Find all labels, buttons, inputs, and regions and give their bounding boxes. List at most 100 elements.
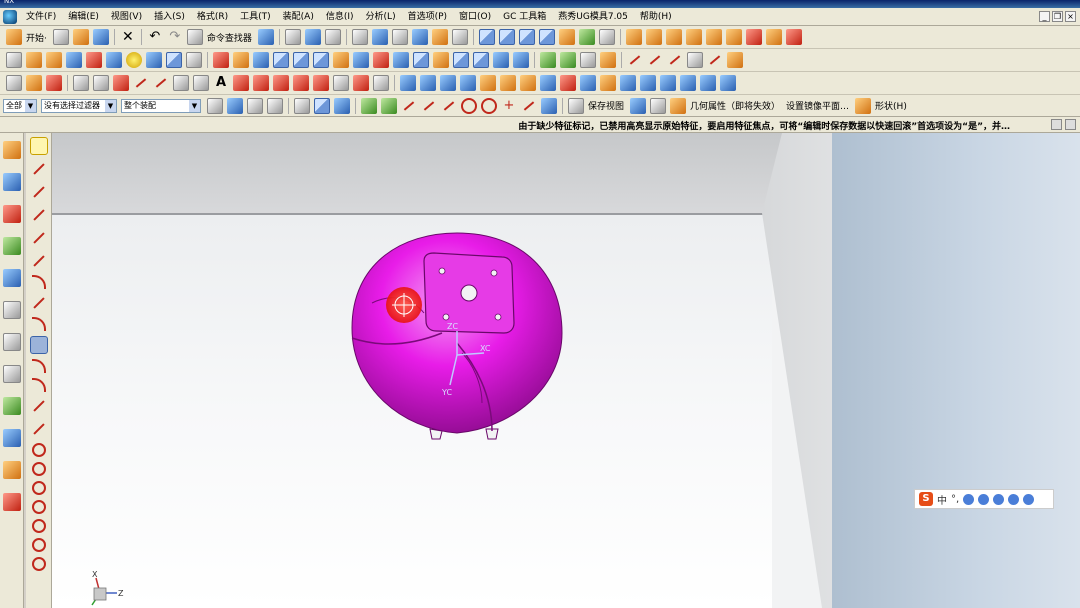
sketch-offset-line-icon[interactable] [30, 206, 48, 224]
top-view-icon[interactable] [518, 29, 535, 45]
minimize-icon[interactable]: _ [1039, 11, 1050, 22]
background-icon[interactable] [578, 29, 595, 45]
voice-icon[interactable] [978, 493, 990, 505]
shape-icon[interactable] [855, 97, 872, 114]
draft-icon[interactable] [333, 52, 349, 68]
measure-icon[interactable] [650, 97, 667, 114]
ime-punct-icon[interactable]: °, [951, 494, 959, 505]
revolve-icon[interactable] [46, 52, 62, 68]
replace-face-icon[interactable] [513, 52, 529, 68]
menu-insert[interactable]: 插入(S) [148, 8, 191, 26]
close-icon[interactable]: × [1065, 11, 1076, 22]
mold-slider-icon[interactable] [765, 29, 782, 45]
sketch-circle-radius-icon[interactable] [31, 557, 46, 571]
datum-axis-icon[interactable] [26, 75, 42, 91]
restore-view-icon[interactable] [630, 97, 647, 114]
snap-endpoint-icon[interactable] [381, 97, 397, 114]
sketch-circle-tangent-icon[interactable] [31, 538, 46, 552]
silhouette-flange-icon[interactable] [560, 75, 576, 91]
sketch-concentric-circle-icon[interactable] [31, 481, 46, 495]
assembly-scope-dropdown[interactable]: 整个装配 ▼ [121, 98, 201, 113]
through-mesh-icon[interactable] [420, 75, 436, 91]
pull-face-icon[interactable] [560, 52, 576, 68]
n-sided-surface-icon[interactable] [440, 75, 456, 91]
pattern-feature-icon[interactable] [433, 52, 449, 68]
mold-cooling-icon[interactable] [785, 29, 802, 45]
arc-icon[interactable] [153, 75, 169, 91]
part-navigator-icon[interactable] [3, 205, 21, 223]
mold-workpiece-icon[interactable] [665, 29, 682, 45]
sketch-arc-icon[interactable] [31, 359, 46, 373]
sketch-spline-icon[interactable] [31, 317, 46, 331]
shape-button[interactable]: 形状(H) [875, 99, 907, 112]
studio-surface-icon[interactable] [460, 75, 476, 91]
law-extension-icon[interactable] [540, 75, 556, 91]
menu-view[interactable]: 视图(V) [105, 8, 148, 26]
menu-assembly[interactable]: 装配(A) [277, 8, 320, 26]
sweep-icon[interactable] [66, 52, 82, 68]
datum-plane-icon[interactable] [6, 75, 22, 91]
save-view-icon[interactable] [568, 97, 584, 114]
menu-preferences[interactable]: 首选项(P) [402, 8, 453, 26]
constraint-navigator-icon[interactable] [3, 173, 21, 191]
perspective-icon[interactable] [431, 29, 448, 45]
unite-icon[interactable] [213, 52, 229, 68]
sketch-chamfer-icon[interactable] [30, 294, 48, 312]
split-body-icon[interactable] [393, 52, 409, 68]
sketch-trim-icon[interactable] [30, 397, 48, 415]
snap-midpoint-icon[interactable] [401, 98, 417, 114]
system-scenes-icon[interactable] [3, 429, 21, 447]
offset-curve-icon[interactable] [273, 75, 289, 91]
snap-mid-icon[interactable] [267, 97, 283, 114]
select-face-icon[interactable] [334, 97, 350, 114]
snap-intersection-icon[interactable] [441, 98, 457, 114]
point-icon[interactable] [73, 75, 89, 91]
sketch-line-icon[interactable] [30, 160, 48, 178]
match-edge-icon[interactable] [660, 75, 676, 91]
snap-bounded-grid-icon[interactable] [541, 97, 557, 114]
start-button[interactable]: 开始· [26, 31, 47, 44]
subtract-icon[interactable] [233, 52, 249, 68]
assembly-navigator-icon[interactable] [3, 141, 21, 159]
display-box-icon[interactable] [598, 29, 615, 45]
polygon-icon[interactable] [193, 75, 209, 91]
hole-icon[interactable] [86, 52, 102, 68]
trim-body-icon[interactable] [373, 52, 389, 68]
sketch-perpendicular-icon[interactable] [30, 229, 48, 247]
snap-control-point-icon[interactable] [421, 98, 437, 114]
sketch-fillet-icon[interactable] [31, 275, 46, 289]
menu-help[interactable]: 帮助(H) [634, 8, 678, 26]
sew-icon[interactable] [473, 52, 489, 68]
ime-toolbar[interactable]: S 中 °, [914, 489, 1054, 509]
text-icon[interactable]: A [213, 75, 229, 91]
offset-face-icon[interactable] [353, 52, 369, 68]
project-curve-icon[interactable] [313, 75, 329, 91]
cut-icon[interactable]: ✕ [120, 29, 136, 45]
nx-app-icon[interactable] [3, 9, 17, 24]
toolbox-icon[interactable] [1023, 493, 1035, 505]
edge-blend-icon[interactable] [293, 52, 309, 68]
sketch-lock-icon[interactable] [29, 137, 48, 155]
helix-icon[interactable] [253, 75, 269, 91]
selection-filter-dropdown[interactable]: 没有选择过滤器 ▼ [41, 98, 117, 113]
mold-ejector-icon[interactable] [745, 29, 762, 45]
point-set-icon[interactable] [93, 75, 109, 91]
x-form-icon[interactable] [620, 75, 636, 91]
mold-layout-icon[interactable] [685, 29, 702, 45]
ruled-icon[interactable] [707, 52, 723, 68]
fill-surface-icon[interactable] [520, 75, 536, 91]
process-studio-icon[interactable] [3, 365, 21, 383]
trim-sheet-icon[interactable] [647, 52, 663, 68]
transform-icon[interactable] [304, 29, 321, 45]
surface-analysis-icon[interactable] [720, 75, 736, 91]
boss-icon[interactable] [106, 52, 122, 68]
shell-icon[interactable] [273, 52, 289, 68]
sogou-logo-icon[interactable]: S [919, 492, 933, 506]
styled-blend-icon[interactable] [600, 75, 616, 91]
restore-icon[interactable]: ❐ [1052, 11, 1063, 22]
menu-tools[interactable]: 工具(T) [234, 8, 277, 26]
isoparametric-trim-icon[interactable] [640, 75, 656, 91]
ime-mode-label[interactable]: 中 [937, 492, 947, 507]
snap-point-icon[interactable] [227, 97, 243, 114]
select-all-icon[interactable] [207, 97, 223, 114]
